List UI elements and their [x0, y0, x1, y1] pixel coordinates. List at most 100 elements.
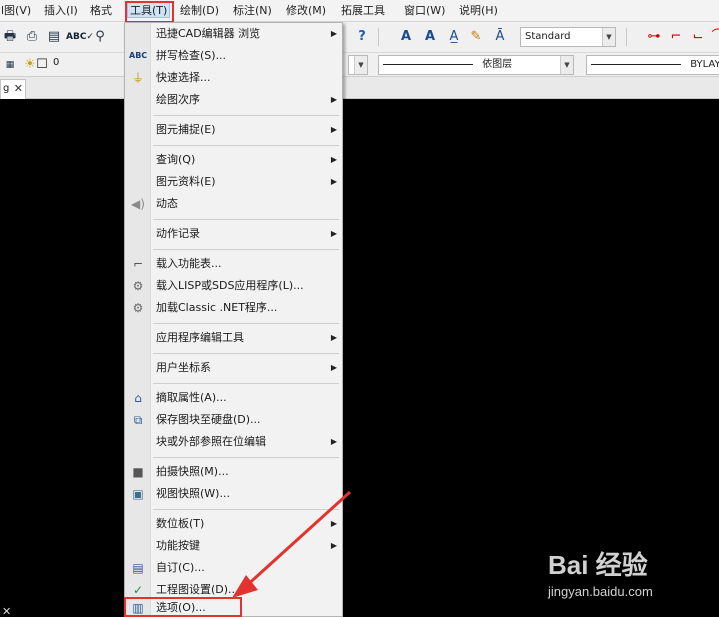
- text-format-icon[interactable]: Ā: [490, 27, 510, 47]
- menu-bar: l图(V) 插入(I) 格式 工具(T) 绘制(D) 标注(N) 修改(M) 拓…: [0, 0, 719, 22]
- speaker-icon: ◀): [131, 197, 145, 211]
- properties-toolbar: ▦ ☀ ☐ 0 ▼ 依图层 ▼ BYLAYE: [0, 53, 719, 77]
- submenu-arrow-icon: ▶: [330, 125, 337, 134]
- dim-linear-icon[interactable]: ⊶: [644, 27, 664, 47]
- menu-item-load-menu[interactable]: ⌐ 载入功能表...: [125, 253, 342, 275]
- menu-item-xunjie-cad-browse[interactable]: 迅捷CAD编辑器 浏览 ▶: [125, 23, 342, 45]
- menu-item-label: 快速选择...: [156, 71, 211, 84]
- submenu-arrow-icon: ▶: [330, 437, 337, 446]
- menu-item-load-net[interactable]: ⚙ 加载Classic .NET程序...: [125, 297, 342, 319]
- menu-item-label: 载入功能表...: [156, 257, 222, 270]
- customize-icon: ▤: [132, 561, 144, 575]
- menu-modify[interactable]: 修改(M): [286, 3, 326, 19]
- menu-draw[interactable]: 绘制(D): [180, 3, 219, 19]
- menu-view[interactable]: l图(V): [1, 3, 31, 19]
- document-tab-label: g: [3, 83, 10, 94]
- menu-item-extract-attributes[interactable]: ⌂ 摘取属性(A)...: [125, 387, 342, 409]
- menu-item-label: 绘图次序: [156, 93, 200, 106]
- layer-select-arrow[interactable]: ▼: [348, 55, 368, 75]
- menu-item-inquiry[interactable]: 查询(Q) ▶: [125, 149, 342, 171]
- layer-lock-icon[interactable]: ▦: [0, 55, 20, 75]
- menu-extend-tools[interactable]: 拓展工具: [341, 3, 385, 19]
- lineweight-preview: [591, 63, 681, 65]
- submenu-arrow-icon: ▶: [330, 519, 337, 528]
- menu-dimension[interactable]: 标注(N): [233, 3, 272, 19]
- close-icon[interactable]: ✕: [14, 80, 23, 98]
- camera-icon: ■: [132, 465, 144, 479]
- save-block-icon: ⧉: [133, 413, 143, 427]
- print-icon[interactable]: 🖶: [0, 27, 20, 47]
- text-style-value: Standard: [525, 31, 571, 42]
- menu-separator: [153, 115, 339, 116]
- ucs-axis-icon: ✕: [2, 605, 12, 617]
- menu-item-action-recorder[interactable]: 动作记录 ▶: [125, 223, 342, 245]
- submenu-arrow-icon: ▶: [330, 229, 337, 238]
- menu-item-label: 摘取属性(A)...: [156, 391, 227, 404]
- lineweight-value: BYLAYE: [690, 59, 719, 70]
- drawing-canvas[interactable]: [0, 100, 719, 617]
- standard-toolbar: 🖶 ⎙ ▤ ABC✓ ⚲ ? A A A̲ ✎ Ā Standard ▼ ⊶ ⌐…: [0, 22, 719, 53]
- dim-aligned-icon[interactable]: ⌐: [666, 27, 686, 47]
- menu-item-label: 功能按键: [156, 539, 200, 552]
- menu-item-quick-select[interactable]: ⏚ 快速选择...: [125, 67, 342, 89]
- dim-ordinate-icon[interactable]: ⌙: [688, 27, 708, 47]
- find-icon[interactable]: ⚲: [90, 27, 110, 47]
- menu-item-draw-order[interactable]: 绘图次序 ▶: [125, 89, 342, 111]
- menu-item-label: 迅捷CAD编辑器 浏览: [156, 27, 261, 40]
- layer-color-icon[interactable]: ☐: [32, 55, 52, 75]
- publish-icon[interactable]: ▤: [44, 27, 64, 47]
- submenu-arrow-icon: ▶: [330, 95, 337, 104]
- text-style-select[interactable]: Standard ▼: [520, 27, 616, 47]
- linetype-select[interactable]: 依图层 ▼: [378, 55, 574, 75]
- menu-insert[interactable]: 插入(I): [44, 3, 78, 19]
- view-snapshot-icon: ▣: [132, 487, 144, 501]
- menu-separator: [153, 145, 339, 146]
- watermark-brand: Bai 经验: [548, 550, 648, 580]
- menu-item-dynamic[interactable]: ◀) 动态: [125, 193, 342, 215]
- submenu-arrow-icon: ▶: [330, 177, 337, 186]
- menu-item-function-keys[interactable]: 功能按键 ▶: [125, 535, 342, 557]
- menu-format[interactable]: 格式: [90, 3, 112, 19]
- menu-item-label: 拼写检查(S)...: [156, 49, 227, 62]
- menu-item-entity-snap[interactable]: 图元捕捉(E) ▶: [125, 119, 342, 141]
- text-edit-a-icon[interactable]: A: [420, 27, 440, 47]
- menu-item-ucs[interactable]: 用户坐标系 ▶: [125, 357, 342, 379]
- gear-icon: ⚙: [132, 301, 144, 315]
- menu-help[interactable]: 说明(H): [459, 3, 498, 19]
- menu-separator: [153, 509, 339, 510]
- menu-window[interactable]: 窗口(W): [404, 3, 445, 19]
- menu-item-label: 视图快照(W)...: [156, 487, 230, 500]
- submenu-arrow-icon: ▶: [330, 363, 337, 372]
- submenu-arrow-icon: ▶: [330, 155, 337, 164]
- document-tab[interactable]: g ✕: [0, 79, 26, 99]
- highlight-box-options: [124, 597, 242, 617]
- menu-item-label: 查询(Q): [156, 153, 196, 166]
- extract-attributes-icon: ⌂: [134, 391, 142, 405]
- menu-item-refedit[interactable]: 块或外部参照在位编辑 ▶: [125, 431, 342, 453]
- menu-item-tablet[interactable]: 数位板(T) ▶: [125, 513, 342, 535]
- menu-item-load-lisp[interactable]: ⚙ 载入LISP或SDS应用程序(L)...: [125, 275, 342, 297]
- menu-item-view-snapshot[interactable]: ▣ 视图快照(W)...: [125, 483, 342, 505]
- menu-item-app-edit-tools[interactable]: 应用程序编辑工具 ▶: [125, 327, 342, 349]
- print-preview-icon[interactable]: ⎙: [22, 27, 42, 47]
- dim-radius-icon[interactable]: ⌒: [708, 27, 719, 47]
- spell-check-icon[interactable]: ABC✓: [66, 27, 94, 47]
- text-style-a-icon[interactable]: A: [396, 27, 416, 47]
- text-find-icon[interactable]: A̲: [444, 27, 464, 47]
- menu-item-save-block[interactable]: ⧉ 保存图块至硬盘(D)...: [125, 409, 342, 431]
- menu-item-take-snapshot[interactable]: ■ 拍摄快照(M)...: [125, 461, 342, 483]
- menu-item-spell-check[interactable]: ABC 拼写检查(S)...: [125, 45, 342, 67]
- menu-item-label: 载入LISP或SDS应用程序(L)...: [156, 279, 304, 292]
- menu-item-label: 应用程序编辑工具: [156, 331, 244, 344]
- menu-item-customize[interactable]: ▤ 自订(C)...: [125, 557, 342, 579]
- menu-separator: [153, 323, 339, 324]
- menu-separator: [153, 353, 339, 354]
- lineweight-select[interactable]: BYLAYE: [586, 55, 719, 75]
- submenu-arrow-icon: ▶: [330, 333, 337, 342]
- text-pen-icon[interactable]: ✎: [466, 27, 486, 47]
- submenu-arrow-icon: ▶: [330, 29, 337, 38]
- menu-item-entity-data[interactable]: 图元资料(E) ▶: [125, 171, 342, 193]
- highlight-box-tools-menu: [125, 1, 174, 23]
- chevron-down-icon: ▼: [560, 56, 573, 74]
- help-icon[interactable]: ?: [352, 27, 372, 47]
